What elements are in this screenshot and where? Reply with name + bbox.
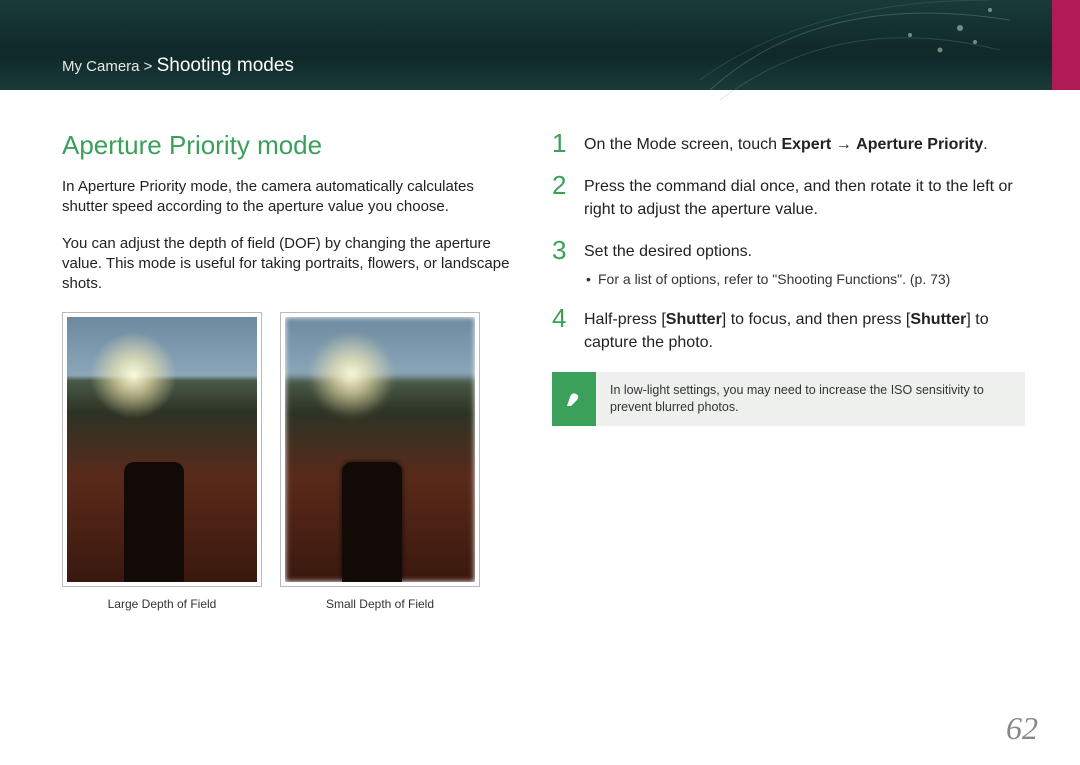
breadcrumb-prefix: My Camera > — [62, 58, 157, 75]
step-bold: Aperture Priority — [856, 136, 983, 153]
steps-list: 1 On the Mode screen, touch Expert → Ape… — [552, 130, 1025, 354]
figure-row: Large Depth of Field Small Depth of Fiel… — [62, 312, 512, 611]
sample-photo-sharp — [67, 317, 257, 582]
header-accent-bar — [1052, 0, 1080, 90]
step-item: 3 Set the desired options. For a list of… — [552, 237, 1025, 289]
figure-caption: Small Depth of Field — [280, 597, 480, 611]
step-body: Set the desired options. For a list of o… — [584, 237, 950, 289]
page-number: 62 — [1006, 710, 1038, 747]
step-number: 2 — [552, 172, 572, 221]
intro-paragraph-2: You can adjust the depth of field (DOF) … — [62, 234, 512, 295]
right-column: 1 On the Mode screen, touch Expert → Ape… — [552, 130, 1025, 611]
step-body: Half-press [Shutter] to focus, and then … — [584, 305, 1025, 354]
step-text: On the Mode screen, touch — [584, 136, 781, 153]
note-text: In low-light settings, you may need to i… — [596, 372, 1025, 426]
mode-title: Aperture Priority mode — [62, 130, 512, 161]
pen-icon — [563, 388, 585, 410]
step-item: 4 Half-press [Shutter] to focus, and the… — [552, 305, 1025, 354]
step-text: Half-press [ — [584, 311, 666, 328]
page-header: My Camera > Shooting modes — [0, 0, 1080, 90]
step-text: ] to focus, and then press [ — [722, 311, 911, 328]
left-column: Aperture Priority mode In Aperture Prior… — [62, 130, 512, 611]
breadcrumb-section: Shooting modes — [157, 55, 294, 76]
step-bold: Shutter — [666, 311, 722, 328]
step-sub-bullet: For a list of options, refer to "Shootin… — [584, 270, 950, 290]
step-item: 2 Press the command dial once, and then … — [552, 172, 1025, 221]
note-box: In low-light settings, you may need to i… — [552, 372, 1025, 426]
figure-large-dof: Large Depth of Field — [62, 312, 262, 611]
step-number: 1 — [552, 130, 572, 156]
step-number: 3 — [552, 237, 572, 289]
step-number: 4 — [552, 305, 572, 354]
photo-frame — [62, 312, 262, 587]
figure-small-dof: Small Depth of Field — [280, 312, 480, 611]
step-item: 1 On the Mode screen, touch Expert → Ape… — [552, 130, 1025, 156]
photo-frame — [280, 312, 480, 587]
step-body: On the Mode screen, touch Expert → Apert… — [584, 130, 988, 156]
sample-photo-focus-subject — [342, 462, 402, 582]
step-text: Set the desired options. — [584, 243, 752, 260]
step-bold: Expert — [781, 136, 831, 153]
figure-caption: Large Depth of Field — [62, 597, 262, 611]
header-decoration — [700, 0, 1020, 110]
step-body: Press the command dial once, and then ro… — [584, 172, 1025, 221]
intro-paragraph-1: In Aperture Priority mode, the camera au… — [62, 177, 512, 218]
step-text: → — [831, 136, 856, 153]
page-content: Aperture Priority mode In Aperture Prior… — [0, 90, 1080, 611]
step-text: . — [983, 136, 987, 153]
step-bold: Shutter — [910, 311, 966, 328]
note-icon — [552, 372, 596, 426]
